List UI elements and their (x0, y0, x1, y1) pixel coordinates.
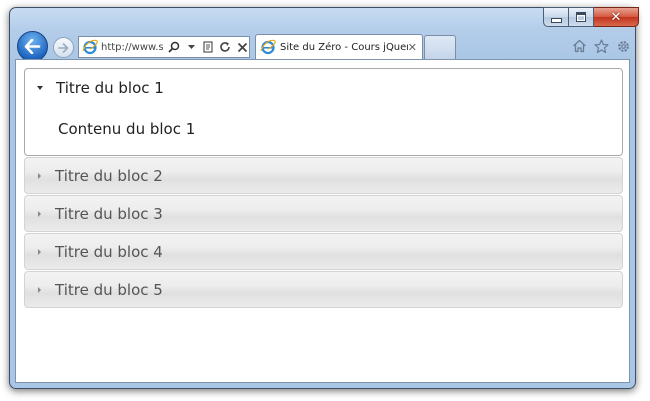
close-icon: ✕ (610, 9, 622, 25)
back-arrow-icon (24, 39, 41, 54)
browser-window: ✕ http://www.s... (9, 7, 639, 389)
back-button[interactable] (17, 31, 48, 62)
address-bar[interactable]: http://www.s... (78, 36, 250, 58)
stop-icon[interactable] (235, 40, 249, 54)
maximize-icon (576, 12, 586, 22)
accordion-header-4[interactable]: Titre du bloc 4 (24, 233, 623, 270)
refresh-icon[interactable] (218, 40, 232, 54)
home-icon[interactable] (571, 38, 587, 54)
command-icons (571, 38, 631, 54)
accordion-title: Titre du bloc 1 (56, 78, 164, 97)
accordion-header-2[interactable]: Titre du bloc 2 (24, 157, 623, 194)
tab-title: Site du Zéro - Cours jQuery (280, 41, 408, 53)
accordion-title: Titre du bloc 2 (55, 166, 163, 185)
accordion-title: Titre du bloc 4 (55, 242, 163, 261)
favorites-star-icon[interactable] (593, 38, 609, 54)
minimize-icon (550, 18, 562, 23)
accordion-header-1[interactable]: Titre du bloc 1 (25, 69, 622, 106)
accordion-panel-1: Contenu du bloc 1 (25, 106, 622, 155)
new-tab-button[interactable] (424, 35, 456, 59)
minimize-button[interactable] (543, 7, 569, 27)
triangle-right-icon (38, 210, 41, 217)
dropdown-arrow-icon[interactable] (184, 40, 198, 54)
compatibility-view-icon[interactable] (201, 40, 215, 54)
accordion-item-1: Titre du bloc 1 Contenu du bloc 1 (24, 68, 623, 156)
accordion-title: Titre du bloc 5 (55, 280, 163, 299)
triangle-right-icon (38, 248, 41, 255)
triangle-right-icon (38, 172, 41, 179)
gear-icon[interactable] (615, 38, 631, 54)
search-icon[interactable] (167, 40, 181, 54)
accordion-header-3[interactable]: Titre du bloc 3 (24, 195, 623, 232)
triangle-right-icon (38, 286, 41, 293)
triangle-down-icon (37, 85, 43, 90)
accordion-header-5[interactable]: Titre du bloc 5 (24, 271, 623, 308)
forward-button[interactable] (53, 37, 74, 58)
address-controls (167, 40, 249, 54)
forward-arrow-icon (58, 42, 69, 53)
close-window-button[interactable]: ✕ (594, 7, 639, 27)
url-text[interactable]: http://www.s... (101, 42, 163, 53)
page-viewport: Titre du bloc 1 Contenu du bloc 1 Titre … (15, 59, 630, 383)
accordion-title: Titre du bloc 3 (55, 204, 163, 223)
tab-close-icon[interactable]: ✕ (408, 41, 417, 54)
maximize-button[interactable] (569, 7, 594, 27)
ie-logo-icon (82, 39, 98, 55)
accordion: Titre du bloc 1 Contenu du bloc 1 Titre … (24, 68, 623, 309)
ie-logo-icon (260, 39, 276, 55)
tab-site-du-zero[interactable]: Site du Zéro - Cours jQuery ✕ (255, 34, 423, 59)
caption-buttons: ✕ (543, 7, 639, 28)
accordion-content: Contenu du bloc 1 (58, 119, 196, 138)
